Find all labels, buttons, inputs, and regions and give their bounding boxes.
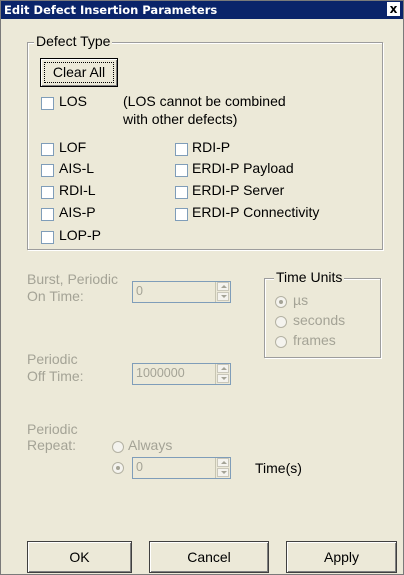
radio-frames[interactable] <box>275 336 287 348</box>
rdi-p-checkbox[interactable] <box>175 143 188 156</box>
los-checkbox[interactable] <box>41 97 54 110</box>
on-time-spinbox[interactable]: 0 <box>132 281 231 303</box>
clear-all-label: Clear All <box>52 64 106 80</box>
los-note-line1: (LOS cannot be combined <box>123 93 286 109</box>
spin-up-icon[interactable] <box>217 458 229 467</box>
ais-p-label: AIS-P <box>59 204 96 220</box>
radio-microseconds[interactable] <box>275 296 287 308</box>
radio-repeat-count[interactable] <box>112 462 124 474</box>
rdi-l-checkbox[interactable] <box>41 186 54 199</box>
edit-defect-dialog: Edit Defect Insertion Parameters x Defec… <box>0 0 404 575</box>
radio-seconds[interactable] <box>275 316 287 328</box>
erdi-p-payload-label: ERDI-P Payload <box>192 160 294 176</box>
close-icon[interactable]: x <box>387 2 400 16</box>
lof-label: LOF <box>59 139 87 155</box>
rdi-p-label: RDI-P <box>192 139 231 155</box>
spin-down-icon[interactable] <box>217 468 229 477</box>
spin-down-icon[interactable] <box>217 292 229 301</box>
erdi-p-connectivity-label: ERDI-P Connectivity <box>192 204 320 220</box>
cancel-label: Cancel <box>187 549 231 565</box>
unit-seconds-label: seconds <box>293 312 346 328</box>
lof-checkbox[interactable] <box>41 143 54 156</box>
erdi-p-server-label: ERDI-P Server <box>192 182 285 198</box>
spin-down-icon[interactable] <box>217 374 229 383</box>
ok-button[interactable]: OK <box>27 541 132 573</box>
erdi-p-connectivity-checkbox[interactable] <box>175 208 188 221</box>
repeat-count-spin-buttons[interactable] <box>215 458 230 478</box>
repeat-label-line1: Periodic <box>27 421 78 437</box>
los-note-line2: with other defects) <box>123 111 238 127</box>
spin-up-icon[interactable] <box>217 364 229 373</box>
rdi-l-label: RDI-L <box>59 182 96 198</box>
burst-label-line2: On Time: <box>27 288 84 304</box>
window-title: Edit Defect Insertion Parameters <box>4 3 218 17</box>
off-time-label-line2: Off Time: <box>27 368 84 384</box>
repeat-count-spinbox[interactable]: 0 <box>132 457 231 479</box>
time-units-legend: Time Units <box>274 269 345 285</box>
spin-up-icon[interactable] <box>217 282 229 291</box>
times-suffix-label: Time(s) <box>255 460 302 476</box>
unit-us-label: µs <box>293 292 309 308</box>
ais-p-checkbox[interactable] <box>41 208 54 221</box>
ok-label: OK <box>69 549 90 565</box>
ais-l-label: AIS-L <box>59 160 95 176</box>
defect-type-legend: Defect Type <box>34 33 113 49</box>
lop-p-label: LOP-P <box>59 227 102 243</box>
unit-frames-label: frames <box>293 332 336 348</box>
repeat-count-value: 0 <box>136 460 143 474</box>
on-time-value: 0 <box>136 284 143 298</box>
on-time-spin-buttons[interactable] <box>215 282 230 302</box>
erdi-p-server-checkbox[interactable] <box>175 186 188 199</box>
off-time-label-line1: Periodic <box>27 351 78 367</box>
repeat-label-line2: Repeat: <box>27 437 77 453</box>
off-time-spinbox[interactable]: 1000000 <box>132 363 231 385</box>
always-label: Always <box>128 437 173 453</box>
ais-l-checkbox[interactable] <box>41 164 54 177</box>
los-label: LOS <box>59 93 88 109</box>
apply-label: Apply <box>323 549 360 565</box>
lop-p-checkbox[interactable] <box>41 231 54 244</box>
apply-button[interactable]: Apply <box>286 541 397 573</box>
off-time-value: 1000000 <box>136 366 185 380</box>
clear-all-button[interactable]: Clear All <box>40 58 118 87</box>
burst-label-line1: Burst, Periodic <box>27 271 119 287</box>
erdi-p-payload-checkbox[interactable] <box>175 164 188 177</box>
cancel-button[interactable]: Cancel <box>149 541 269 573</box>
title-bar: Edit Defect Insertion Parameters x <box>1 1 403 19</box>
radio-always[interactable] <box>112 441 124 453</box>
off-time-spin-buttons[interactable] <box>215 364 230 384</box>
